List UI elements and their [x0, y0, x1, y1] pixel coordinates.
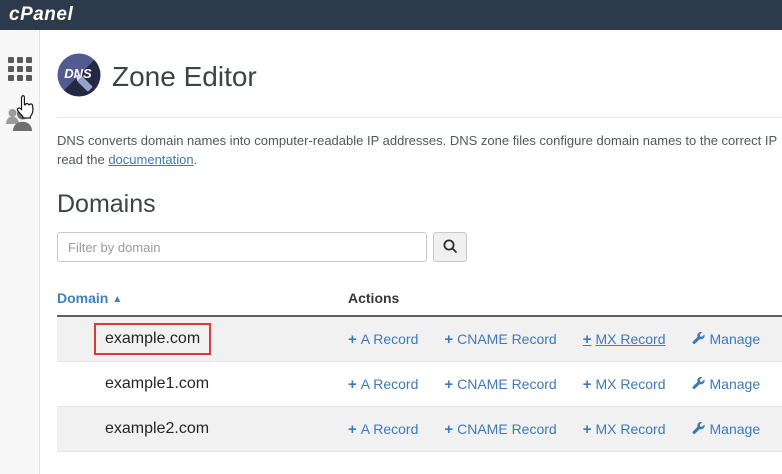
table-header-row: Domain▲ Actions: [57, 290, 782, 317]
table-row: example2.com +A Record +CNAME Record +MX…: [57, 407, 782, 452]
column-header-actions: Actions: [348, 290, 399, 306]
header-divider: [57, 117, 782, 118]
filter-search-button[interactable]: [433, 232, 467, 262]
domain-name: example2.com: [105, 420, 209, 437]
domains-table: Domain▲ Actions example.com +A Record +C…: [57, 290, 782, 452]
description-line-2: read the documentation.: [57, 150, 782, 169]
left-sidebar: [0, 30, 40, 474]
add-mx-record-link[interactable]: +MX Record: [583, 376, 666, 393]
manage-link[interactable]: Manage: [692, 331, 761, 347]
search-icon: [442, 238, 458, 257]
plus-icon: +: [348, 421, 357, 438]
domain-filter-input[interactable]: [57, 232, 427, 262]
plus-icon: +: [444, 331, 453, 348]
sidebar-user-manager-button[interactable]: [5, 103, 35, 136]
page-description: DNS converts domain names into computer-…: [57, 131, 782, 169]
plus-icon: +: [444, 376, 453, 393]
add-cname-record-link[interactable]: +CNAME Record: [444, 331, 556, 348]
plus-icon: +: [583, 331, 592, 348]
table-row: example.com +A Record +CNAME Record +MX …: [57, 317, 782, 362]
wrench-icon: [692, 332, 705, 348]
plus-icon: +: [348, 331, 357, 348]
dns-zone-editor-icon: DNS: [57, 53, 101, 102]
plus-icon: +: [583, 421, 592, 438]
plus-icon: +: [583, 376, 592, 393]
table-row: example1.com +A Record +CNAME Record +MX…: [57, 362, 782, 407]
domain-name: example1.com: [105, 375, 209, 392]
sort-ascending-icon: ▲: [112, 294, 122, 305]
add-a-record-link[interactable]: +A Record: [348, 421, 418, 438]
plus-icon: +: [348, 376, 357, 393]
domain-filter-row: [57, 232, 782, 262]
domain-cell: example.com: [57, 323, 348, 355]
domain-cell: example2.com: [57, 420, 348, 438]
main-content: DNS Zone Editor DNS converts domain name…: [40, 30, 782, 474]
domain-name: example.com: [105, 330, 200, 347]
actions-cell: +A Record +CNAME Record +MX Record Manag…: [348, 331, 782, 348]
add-a-record-link[interactable]: +A Record: [348, 376, 418, 393]
page-header: DNS Zone Editor: [57, 55, 782, 99]
add-mx-record-link[interactable]: +MX Record: [583, 421, 666, 438]
mouse-cursor-icon: [14, 94, 34, 125]
actions-cell: +A Record +CNAME Record +MX Record Manag…: [348, 421, 782, 438]
add-a-record-link[interactable]: +A Record: [348, 331, 418, 348]
page-title: Zone Editor: [112, 61, 257, 93]
sidebar-apps-button[interactable]: [5, 57, 35, 86]
plus-icon: +: [444, 421, 453, 438]
top-navigation-bar: cPanel: [0, 0, 782, 30]
documentation-link[interactable]: documentation: [108, 152, 193, 167]
description-line-1: DNS converts domain names into computer-…: [57, 131, 782, 150]
actions-cell: +A Record +CNAME Record +MX Record Manag…: [348, 376, 782, 393]
domains-heading: Domains: [57, 190, 782, 219]
add-cname-record-link[interactable]: +CNAME Record: [444, 376, 556, 393]
wrench-icon: [692, 422, 705, 438]
cpanel-logo[interactable]: cPanel: [9, 4, 73, 26]
column-header-domain[interactable]: Domain▲: [57, 290, 348, 306]
annotation-highlight-box: example.com: [94, 323, 211, 355]
domain-cell: example1.com: [57, 375, 348, 393]
add-cname-record-link[interactable]: +CNAME Record: [444, 421, 556, 438]
manage-link[interactable]: Manage: [692, 376, 761, 392]
manage-link[interactable]: Manage: [692, 421, 761, 437]
wrench-icon: [692, 377, 705, 393]
add-mx-record-link[interactable]: +MX Record: [583, 331, 666, 348]
apps-grid-icon: [8, 57, 32, 86]
